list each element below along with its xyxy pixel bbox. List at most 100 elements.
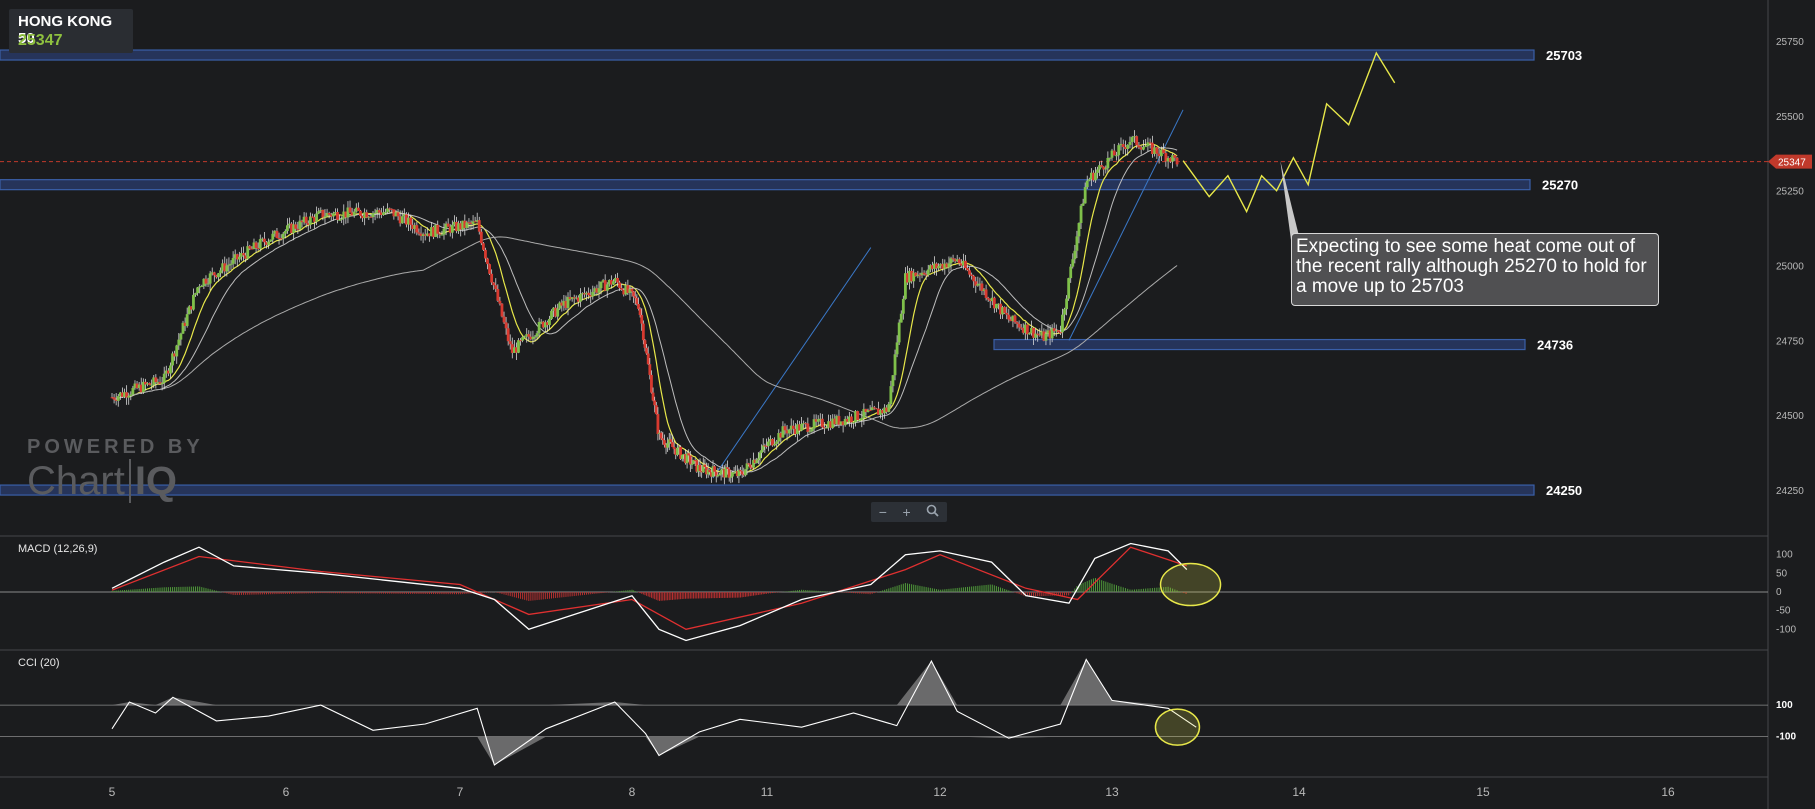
x-tick-label: 16 bbox=[1661, 785, 1675, 799]
candle-body bbox=[258, 239, 262, 249]
x-tick-label: 13 bbox=[1105, 785, 1119, 799]
candle-body bbox=[968, 270, 971, 275]
candle-body bbox=[1069, 266, 1073, 279]
candle-body bbox=[740, 471, 744, 475]
candle-body bbox=[1142, 146, 1145, 150]
candle-body bbox=[1075, 236, 1079, 251]
candle-body bbox=[1005, 312, 1009, 315]
candle-body bbox=[1094, 172, 1097, 181]
candle-body bbox=[436, 224, 440, 234]
candle-body bbox=[1121, 144, 1125, 147]
candle-body bbox=[481, 243, 485, 250]
macd-title: MACD (12,26,9) bbox=[18, 543, 97, 555]
candle-body bbox=[365, 212, 369, 218]
moving-averages bbox=[111, 143, 1178, 474]
zoom-controls: − + bbox=[871, 502, 947, 522]
candle-body bbox=[755, 460, 759, 464]
candle-body bbox=[508, 341, 512, 345]
candle-body bbox=[500, 303, 504, 317]
candle-body bbox=[217, 273, 220, 278]
candle-body bbox=[713, 466, 717, 472]
candle-body bbox=[1135, 136, 1139, 146]
candle-body bbox=[336, 212, 339, 220]
candle-body bbox=[739, 470, 742, 472]
candle-body bbox=[396, 212, 400, 217]
current-price-label: 25347 bbox=[1778, 158, 1806, 169]
candle-body bbox=[597, 288, 601, 293]
candle-body bbox=[748, 464, 752, 468]
magnifier-icon[interactable] bbox=[926, 502, 939, 522]
candle-body bbox=[517, 340, 520, 353]
candle-body bbox=[1128, 141, 1132, 145]
y-tick-label: 25750 bbox=[1776, 37, 1804, 48]
candle-body bbox=[587, 292, 591, 296]
candle-body bbox=[579, 293, 582, 302]
candle-body bbox=[648, 364, 652, 375]
y-tick-label: 24750 bbox=[1776, 336, 1804, 347]
candle-body bbox=[698, 464, 702, 471]
candle-body bbox=[192, 294, 195, 310]
candle-body bbox=[231, 258, 235, 264]
candle-body bbox=[638, 308, 642, 316]
candle-body bbox=[1036, 333, 1040, 335]
candle-body bbox=[409, 217, 412, 225]
candle-body bbox=[175, 345, 179, 357]
candle-body bbox=[926, 269, 930, 275]
chart-canvas[interactable]: 25703252702473624250 MACD (12,26,9)10050… bbox=[0, 0, 1815, 809]
y-tick-label: 25250 bbox=[1776, 187, 1804, 198]
candle-body bbox=[1077, 223, 1081, 237]
level-label: 25703 bbox=[1546, 48, 1582, 63]
candle-body bbox=[477, 220, 481, 232]
candle-body bbox=[450, 224, 454, 233]
candle-body bbox=[131, 388, 135, 395]
macd-tick-label: 50 bbox=[1776, 568, 1788, 579]
candle-body bbox=[646, 353, 650, 365]
candle-body bbox=[1144, 146, 1148, 148]
chartiq-watermark: POWERED BY Chart IQ bbox=[27, 436, 204, 503]
y-tick-label: 25500 bbox=[1776, 112, 1804, 123]
macd-highlight bbox=[1159, 562, 1222, 607]
candle-body bbox=[548, 318, 551, 326]
cci-tick-label: 100 bbox=[1776, 700, 1793, 711]
candle-body bbox=[340, 218, 344, 220]
candle-body bbox=[632, 291, 636, 297]
candle-body bbox=[1067, 278, 1071, 299]
candle-body bbox=[758, 452, 762, 459]
cci-overbought-area bbox=[112, 659, 1197, 706]
candle-body bbox=[400, 216, 404, 224]
candle-body bbox=[1056, 330, 1060, 333]
candle-body bbox=[690, 463, 694, 465]
candle-body bbox=[208, 273, 212, 284]
candle-body bbox=[671, 442, 674, 448]
x-tick-label: 6 bbox=[283, 785, 290, 799]
candle-body bbox=[384, 211, 387, 213]
candle-body bbox=[285, 225, 289, 231]
candle-body bbox=[504, 322, 508, 329]
candle-body bbox=[760, 450, 763, 453]
candle-body bbox=[308, 216, 312, 225]
candle-body bbox=[154, 377, 158, 383]
candle-body bbox=[666, 443, 670, 448]
cci-tick-label: -100 bbox=[1776, 732, 1796, 743]
candle-body bbox=[643, 340, 647, 348]
candle-body bbox=[1083, 187, 1087, 204]
y-tick-label: 24500 bbox=[1776, 411, 1804, 422]
candle-body bbox=[868, 410, 872, 412]
zoom-out-button[interactable]: − bbox=[879, 502, 887, 522]
candle-body bbox=[488, 264, 491, 274]
zoom-in-button[interactable]: + bbox=[902, 502, 910, 522]
candle-body bbox=[1028, 333, 1031, 335]
candle-body bbox=[1025, 324, 1029, 335]
medium-moving-average bbox=[111, 146, 1178, 474]
candle-body bbox=[160, 382, 164, 384]
candle-body bbox=[687, 453, 691, 456]
candle-body bbox=[377, 210, 381, 213]
candle-body bbox=[1017, 323, 1021, 328]
candle-body bbox=[612, 281, 615, 285]
candle-body bbox=[1104, 168, 1108, 170]
candle-body bbox=[1126, 144, 1130, 149]
candle-body bbox=[1130, 137, 1134, 142]
grid bbox=[0, 0, 1769, 809]
candle-body bbox=[964, 260, 967, 269]
trend-line bbox=[712, 247, 872, 479]
